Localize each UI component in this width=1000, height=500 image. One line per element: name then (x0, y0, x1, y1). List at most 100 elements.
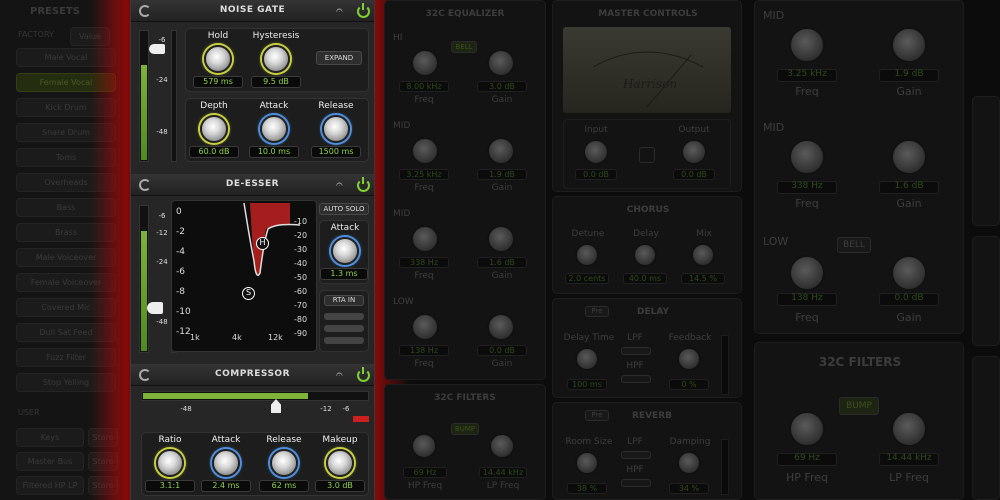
hp-freq-value-large[interactable]: 69 Hz (777, 453, 837, 466)
room-size-value[interactable]: 38 % (567, 483, 607, 494)
rta-in-button[interactable]: RTA IN (324, 295, 364, 306)
mid1-gain-value[interactable]: 1.9 dB (879, 69, 939, 82)
lp-freq-knob[interactable] (489, 433, 515, 459)
marker-h-handle[interactable]: H (256, 237, 269, 250)
makeup-knob[interactable] (326, 449, 354, 477)
deesser-attack-knob[interactable] (331, 237, 359, 265)
eq-freq-knob[interactable] (411, 313, 439, 341)
output-knob[interactable] (681, 139, 707, 165)
gate-attack-value[interactable]: 10.0 ms (249, 146, 299, 158)
lp-freq-value[interactable]: 14.44 kHz (479, 467, 527, 478)
delay-hpf-toggle[interactable] (621, 375, 651, 383)
hold-value[interactable]: 579 ms (193, 76, 243, 88)
comp-attack-value[interactable]: 2.4 ms (201, 480, 251, 492)
deesser-graph[interactable]: 0 -2 -4 -6 -8 -10 -12 -10 -20 -30 -40 -50 -60 -70 -80… (171, 200, 317, 352)
listen-ear-icon[interactable]: 𝄐 (336, 367, 343, 382)
user-preset-item[interactable]: Master Bus (16, 452, 84, 471)
hold-knob[interactable] (204, 45, 232, 73)
low-gain-value[interactable]: 0.0 dB (879, 293, 939, 306)
eq-bell-button[interactable]: BELL (451, 41, 477, 53)
de-esser-power-icon[interactable] (357, 177, 370, 192)
delay-pre-button[interactable]: Pre (585, 306, 609, 317)
reverb-mix-fader[interactable] (721, 439, 729, 495)
hp-freq-knob[interactable] (411, 433, 437, 459)
eq-freq-knob[interactable] (411, 225, 439, 253)
mid1-freq-value[interactable]: 3.25 kHz (777, 69, 837, 82)
eq-freq-knob[interactable] (411, 49, 439, 77)
depth-value[interactable]: 60.0 dB (189, 146, 239, 158)
gate-release-knob[interactable] (322, 115, 350, 143)
output-value[interactable]: 0.0 dB (673, 169, 715, 180)
expand-button[interactable]: EXPAND (316, 51, 362, 65)
reverb-hpf-toggle[interactable] (621, 479, 651, 487)
rta-option-3[interactable] (324, 337, 364, 344)
input-value[interactable]: 0.0 dB (575, 169, 617, 180)
chorus-delay-knob[interactable] (633, 243, 657, 267)
gate-release-value[interactable]: 1500 ms (311, 146, 361, 158)
eq-gain-knob[interactable] (487, 137, 515, 165)
mid1-gain-knob[interactable] (891, 27, 927, 63)
mid2-freq-knob[interactable] (789, 139, 825, 175)
lp-freq-knob-large[interactable] (891, 411, 927, 447)
listen-ear-icon[interactable]: 𝄐 (336, 177, 343, 192)
low-bell-button[interactable]: BELL (837, 237, 871, 253)
mid2-gain-knob[interactable] (891, 139, 927, 175)
low-freq-value[interactable]: 138 Hz (777, 293, 837, 306)
auto-solo-button[interactable]: AUTO SOLO (319, 203, 369, 215)
marker-s-handle[interactable]: S (242, 287, 255, 300)
damping-knob[interactable] (677, 451, 701, 475)
comp-attack-knob[interactable] (212, 449, 240, 477)
chorus-delay-value[interactable]: 40.0 ms (623, 273, 667, 284)
comp-release-knob[interactable] (270, 449, 298, 477)
chorus-mix-knob[interactable] (691, 243, 715, 267)
deesser-threshold-slider[interactable] (147, 302, 163, 314)
detune-knob[interactable] (575, 243, 599, 267)
hp-freq-value[interactable]: 69 Hz (403, 467, 447, 478)
eq-freq-value[interactable]: 138 Hz (399, 345, 449, 356)
eq-gain-value[interactable]: 3.0 dB (477, 81, 527, 92)
delay-lpf-toggle[interactable] (621, 347, 651, 355)
ratio-value[interactable]: 3.1:1 (145, 480, 195, 492)
delay-time-knob[interactable] (575, 347, 599, 371)
eq-gain-value[interactable]: 1.6 dB (477, 257, 527, 268)
eq-gain-knob[interactable] (487, 49, 515, 77)
eq-gain-value[interactable]: 0.0 dB (477, 345, 527, 356)
hp-freq-knob-large[interactable] (789, 411, 825, 447)
eq-freq-value[interactable]: 8.00 kHz (399, 81, 449, 92)
reverb-pre-button[interactable]: Pre (585, 410, 609, 421)
eq-gain-knob[interactable] (487, 225, 515, 253)
rta-option-1[interactable] (324, 313, 364, 320)
mid2-freq-value[interactable]: 338 Hz (777, 181, 837, 194)
link-toggle[interactable] (639, 147, 655, 163)
hysteresis-value[interactable]: 9.5 dB (251, 76, 301, 88)
rta-option-2[interactable] (324, 325, 364, 332)
detune-value[interactable]: 2.0 cents (565, 273, 609, 284)
noise-gate-power-icon[interactable] (357, 3, 370, 18)
chorus-mix-value[interactable]: 14.5 % (681, 273, 725, 284)
gate-threshold-slider[interactable] (149, 44, 165, 54)
delay-time-value[interactable]: 100 ms (567, 379, 607, 390)
low-freq-knob[interactable] (789, 255, 825, 291)
compressor-power-icon[interactable] (357, 367, 370, 382)
feedback-value[interactable]: 0 % (669, 379, 709, 390)
eq-freq-value[interactable]: 338 Hz (399, 257, 449, 268)
gate-attack-knob[interactable] (260, 115, 288, 143)
delay-mix-fader[interactable] (721, 335, 729, 395)
user-preset-item[interactable]: Keys (16, 428, 84, 447)
damping-value[interactable]: 34 % (669, 483, 709, 494)
user-preset-item[interactable]: Filtered HP LP (16, 476, 84, 495)
ratio-knob[interactable] (156, 449, 184, 477)
eq-freq-value[interactable]: 3.25 kHz (399, 169, 449, 180)
input-knob[interactable] (583, 139, 609, 165)
low-gain-knob[interactable] (891, 255, 927, 291)
depth-knob[interactable] (200, 115, 228, 143)
filters-left-bump-button[interactable]: BUMP (451, 423, 479, 435)
compressor-threshold-slider[interactable] (271, 399, 281, 413)
deesser-attack-value[interactable]: 1.3 ms (320, 268, 368, 280)
makeup-value[interactable]: 3.0 dB (315, 480, 365, 492)
mid1-freq-knob[interactable] (789, 27, 825, 63)
room-size-knob[interactable] (575, 451, 599, 475)
comp-release-value[interactable]: 62 ms (259, 480, 309, 492)
lp-freq-value-large[interactable]: 14.44 kHz (879, 453, 939, 466)
eq-freq-knob[interactable] (411, 137, 439, 165)
